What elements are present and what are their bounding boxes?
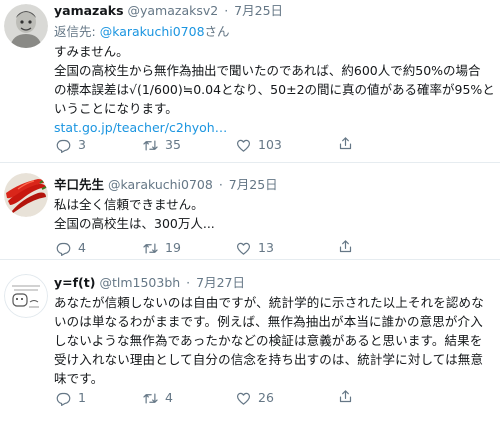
share-icon	[339, 240, 352, 253]
author-name[interactable]: yamazaks	[54, 3, 124, 18]
like-count: 26	[258, 390, 274, 405]
tweet-line: いうことになります。	[54, 101, 178, 116]
like-button[interactable]: 13	[236, 239, 274, 257]
share-icon	[339, 137, 352, 150]
author-name[interactable]: 辛口先生	[54, 177, 104, 192]
reply-button[interactable]: 4	[56, 239, 86, 257]
reply-button[interactable]: 3	[56, 136, 86, 154]
tweet-line: あなたが信頼しないのは自由ですが、統計学的に示された以上それを認めな	[54, 295, 484, 310]
tweet-date[interactable]: 7月25日	[234, 3, 283, 18]
reply-mention-link[interactable]: @karakuchi0708	[100, 24, 205, 39]
tweet-actions: 4 19 13	[54, 239, 374, 257]
reply-button[interactable]: 1	[56, 389, 86, 407]
author-name[interactable]: y=f(t)	[54, 275, 95, 290]
tweet-line: の標本誤差は√(1/600)≒0.04となり、50±2の間に真の値がある確率が9…	[54, 82, 495, 97]
like-button[interactable]: 103	[236, 136, 282, 154]
tweet-date[interactable]: 7月25日	[229, 177, 278, 192]
share-button[interactable]	[338, 239, 353, 254]
reply-icon	[56, 242, 71, 256]
tweet-content: yamazaks @yamazaksv2 · 7月25日 返信先: @karak…	[54, 2, 495, 137]
tweet-line: 全国の高校生は、300万人...	[54, 216, 215, 231]
tweet-actions: 3 35 103	[54, 136, 374, 154]
tweet-tlm1503bh[interactable]: y=f(t) @tlm1503bh · 7月27日 あなたが信頼しないのは自由で…	[0, 260, 500, 423]
like-count: 13	[258, 240, 274, 255]
tweet-content: 辛口先生 @karakuchi0708 · 7月25日 私は全く信頼できません。…	[54, 176, 494, 233]
reply-icon	[56, 392, 71, 406]
reply-suffix: さん	[204, 24, 230, 39]
like-button[interactable]: 26	[236, 389, 274, 407]
tweet-line: 味です。	[54, 371, 104, 386]
like-icon	[236, 392, 251, 405]
reply-count: 3	[78, 137, 86, 152]
tweet-text: 私は全く信頼できません。 全国の高校生は、300万人...	[54, 195, 494, 233]
reply-count: 1	[78, 390, 86, 405]
tweet-line: 受け入れない理由として自分の信念を持ち出すのは、統計学に対しては無意	[54, 352, 484, 367]
separator: ·	[218, 177, 223, 192]
like-icon	[236, 139, 251, 152]
like-icon	[236, 242, 251, 255]
tweet-line: しないような無作為であったかなどの検証は意義があると思います。結果を	[54, 333, 483, 348]
like-count: 103	[258, 137, 282, 152]
tweet-line: 私は全く信頼できません。	[54, 197, 204, 212]
retweet-button[interactable]: 35	[143, 136, 181, 154]
author-handle[interactable]: @karakuchi0708	[108, 177, 213, 192]
share-icon	[339, 390, 352, 403]
reply-prefix: 返信先:	[54, 24, 100, 39]
author-handle[interactable]: @yamazaksv2	[128, 3, 219, 18]
tweet-line: すみません。	[54, 44, 129, 59]
tweet-line: 全国の高校生から無作為抽出で聞いたのであれば、約600人で約50%の場合	[54, 63, 481, 78]
avatar[interactable]	[4, 173, 48, 217]
retweet-icon	[143, 140, 158, 150]
tweet-karakuchi[interactable]: 辛口先生 @karakuchi0708 · 7月25日 私は全く信頼できません。…	[0, 163, 500, 260]
retweet-count: 19	[165, 240, 181, 255]
retweet-button[interactable]: 4	[143, 389, 173, 407]
tweet-header: yamazaks @yamazaksv2 · 7月25日	[54, 2, 494, 20]
retweet-button[interactable]: 19	[143, 239, 181, 257]
tweet-header: y=f(t) @tlm1503bh · 7月27日	[54, 274, 494, 292]
separator: ·	[224, 3, 229, 18]
retweet-icon	[143, 243, 158, 253]
tweet-actions: 1 4 26	[54, 389, 374, 407]
tweet-link[interactable]: stat.go.jp/teacher/c2hyoh…	[54, 118, 494, 137]
tweet-yamazaks[interactable]: yamazaks @yamazaksv2 · 7月25日 返信先: @karak…	[0, 0, 500, 163]
share-button[interactable]	[338, 389, 353, 404]
separator: ·	[186, 275, 191, 290]
avatar[interactable]	[4, 274, 48, 318]
tweet-text: あなたが信頼しないのは自由ですが、統計学的に示された以上それを認めな いのは単な…	[54, 293, 494, 388]
author-handle[interactable]: @tlm1503bh	[99, 275, 180, 290]
tweet-line: いのは単なるわがままです。例えば、無作為抽出が本当に誰かの意思が介入	[54, 314, 483, 329]
tweet-date[interactable]: 7月27日	[196, 275, 245, 290]
reply-icon	[56, 139, 71, 153]
share-button[interactable]	[338, 136, 353, 151]
tweet-content: y=f(t) @tlm1503bh · 7月27日 あなたが信頼しないのは自由で…	[54, 274, 494, 388]
retweet-icon	[143, 393, 158, 403]
tweet-text: すみません。 全国の高校生から無作為抽出で聞いたのであれば、約600人で約50%…	[54, 42, 495, 137]
avatar[interactable]	[4, 4, 48, 48]
reply-to-line: 返信先: @karakuchi0708さん	[54, 22, 494, 41]
retweet-count: 4	[165, 390, 173, 405]
retweet-count: 35	[165, 137, 181, 152]
reply-count: 4	[78, 240, 86, 255]
tweet-header: 辛口先生 @karakuchi0708 · 7月25日	[54, 176, 494, 194]
